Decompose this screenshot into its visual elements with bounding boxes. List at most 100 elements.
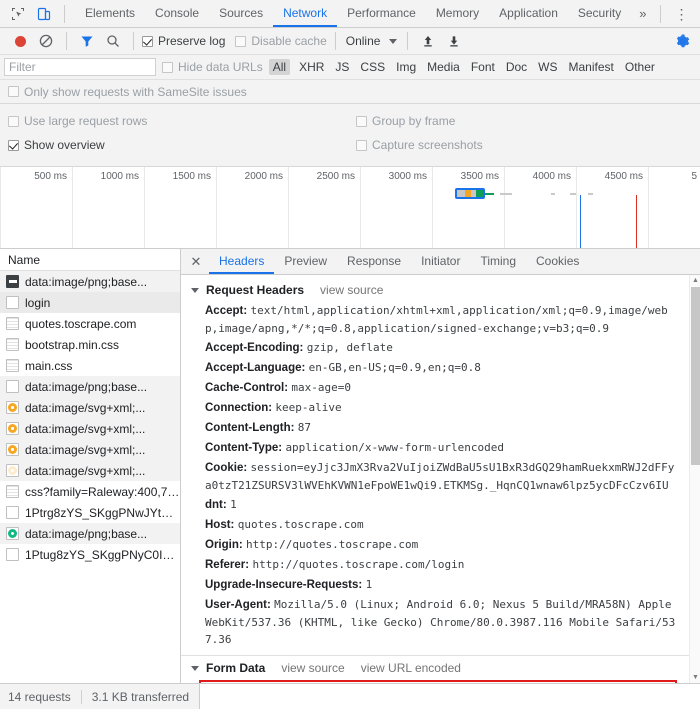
header-row-user-agent: User-Agent: Mozilla/5.0 (Linux; Android … (181, 595, 689, 649)
list-item[interactable]: login (0, 292, 180, 313)
request-name: css?family=Raleway:400,700 (25, 484, 180, 499)
overview-tick-3500: 3500 ms (460, 171, 499, 182)
preserve-log-box (142, 35, 153, 47)
filter-type-doc[interactable]: Doc (504, 59, 529, 75)
header-value: session=eyJjc3JmX3Rva2VuIjoiZWdBaU5sU1Bx… (205, 461, 675, 492)
request-name: data:image/svg+xml;... (25, 421, 146, 436)
disable-cache-checkbox[interactable]: Disable cache (235, 34, 327, 48)
samesite-checkbox[interactable]: Only show requests with SameSite issues (8, 85, 247, 99)
request-name: main.css (25, 358, 73, 373)
list-item[interactable]: data:image/svg+xml;... (0, 418, 180, 439)
filter-type-media[interactable]: Media (425, 59, 462, 75)
toolbar-divider-1 (66, 32, 67, 50)
tab-initiator[interactable]: Initiator (411, 249, 470, 274)
tab-cookies[interactable]: Cookies (526, 249, 589, 274)
hide-data-urls-box (162, 61, 173, 73)
filter-type-js[interactable]: JS (333, 59, 351, 75)
search-input[interactable] (4, 58, 156, 76)
view-source-link[interactable]: view source (320, 283, 383, 297)
list-item[interactable]: quotes.toscrape.com (0, 313, 180, 334)
request-name: data:image/png;base... (25, 379, 148, 394)
close-detail-icon[interactable]: ✕ (183, 249, 209, 274)
tab-timing[interactable]: Timing (470, 249, 526, 274)
export-har-icon[interactable] (442, 29, 466, 53)
preserve-log-checkbox[interactable]: Preserve log (142, 34, 225, 48)
tab-headers[interactable]: Headers (209, 249, 275, 274)
clear-icon[interactable] (34, 29, 58, 53)
gear-icon[interactable] (670, 29, 694, 53)
tab-application[interactable]: Application (489, 0, 568, 27)
scrollbar-thumb[interactable] (691, 287, 700, 465)
large-rows-checkbox[interactable]: Use large request rows (8, 114, 147, 128)
form-view-source-link[interactable]: view source (281, 661, 344, 675)
list-item[interactable]: css?family=Raleway:400,700 (0, 481, 180, 502)
tab-preview[interactable]: Preview (274, 249, 337, 274)
filter-type-other[interactable]: Other (623, 59, 657, 75)
tab-response[interactable]: Response (337, 249, 411, 274)
main-tabs: Elements Console Sources Network Perform… (75, 0, 654, 27)
header-key: User-Agent: (205, 599, 271, 611)
list-item[interactable]: data:image/svg+xml;... (0, 397, 180, 418)
capture-screenshots-checkbox[interactable]: Capture screenshots (356, 138, 483, 152)
close-icon[interactable]: ✕ (695, 2, 700, 26)
tab-console[interactable]: Console (145, 0, 209, 27)
tab-elements[interactable]: Elements (75, 0, 145, 27)
record-icon[interactable] (8, 29, 32, 53)
network-overview[interactable]: 500 ms 1000 ms 1500 ms 2000 ms 2500 ms 3… (0, 167, 700, 249)
form-data-section-header[interactable]: Form Data view source view URL encoded (181, 659, 689, 679)
scroll-up-arrow-icon[interactable]: ▲ (690, 275, 700, 286)
bar-seg-queue (457, 190, 465, 197)
header-key: Accept: (205, 305, 248, 317)
request-list-header[interactable]: Name (0, 249, 180, 271)
inspect-element-icon[interactable] (6, 2, 30, 26)
device-toolbar-icon[interactable] (32, 2, 56, 26)
tab-sources[interactable]: Sources (209, 0, 273, 27)
list-item[interactable]: data:image/png;base... (0, 271, 180, 292)
capture-screenshots-label: Capture screenshots (372, 138, 483, 153)
more-options-icon[interactable]: ⋮ (669, 2, 693, 26)
header-key: Accept-Encoding: (205, 342, 304, 354)
throttling-select[interactable]: Online (344, 34, 400, 48)
header-key: Upgrade-Insecure-Requests: (205, 579, 363, 591)
hide-data-urls-checkbox[interactable]: Hide data URLs (162, 60, 263, 74)
list-item[interactable]: data:image/png;base... (0, 523, 180, 544)
tab-memory[interactable]: Memory (426, 0, 489, 27)
list-item[interactable]: data:image/svg+xml;... (0, 460, 180, 481)
tab-security[interactable]: Security (568, 0, 631, 27)
overview-tick-3000: 3000 ms (388, 171, 427, 182)
chevron-down-icon (191, 287, 199, 293)
settings-cell-capture-screenshots: Capture screenshots (352, 138, 483, 154)
filter-type-img[interactable]: Img (394, 59, 418, 75)
list-item[interactable]: data:image/svg+xml;... (0, 439, 180, 460)
list-item[interactable]: 1Ptrg8zYS_SKggPNwJYtWqZP... (0, 502, 180, 523)
filter-type-all[interactable]: All (268, 59, 291, 75)
filter-type-xhr[interactable]: XHR (297, 59, 326, 75)
more-tabs-icon[interactable]: » (631, 0, 654, 27)
show-overview-checkbox[interactable]: Show overview (8, 138, 105, 152)
request-headers-section-header[interactable]: Request Headers view source (181, 281, 689, 301)
overview-dash-1 (500, 193, 512, 195)
group-by-frame-checkbox[interactable]: Group by frame (356, 114, 455, 128)
samesite-row: Only show requests with SameSite issues (0, 80, 700, 104)
filter-type-manifest[interactable]: Manifest (567, 59, 616, 75)
tab-network[interactable]: Network (273, 0, 338, 27)
request-name: data:image/svg+xml;... (25, 442, 146, 457)
import-har-icon[interactable] (416, 29, 440, 53)
list-item[interactable]: data:image/png;base... (0, 376, 180, 397)
list-item[interactable]: main.css (0, 355, 180, 376)
filter-type-ws[interactable]: WS (536, 59, 559, 75)
filter-type-css[interactable]: CSS (358, 59, 387, 75)
filter-icon[interactable] (75, 29, 99, 53)
scroll-down-arrow-icon[interactable]: ▼ (690, 672, 700, 683)
list-item[interactable]: bootstrap.min.css (0, 334, 180, 355)
form-view-url-encoded-link[interactable]: view URL encoded (361, 661, 461, 675)
headers-vertical-scrollbar[interactable]: ▲ ▼ (689, 275, 700, 683)
form-data-section: Form Data view source view URL encoded c… (181, 655, 689, 683)
network-settings-pane: Use large request rows Group by frame Sh… (0, 104, 700, 167)
tab-performance[interactable]: Performance (337, 0, 426, 27)
list-item[interactable]: 1Ptug8zYS_SKggPNyC0ITw.wo... (0, 544, 180, 565)
header-value: text/html,application/xhtml+xml,applicat… (205, 304, 668, 335)
overview-tick-500: 500 ms (34, 171, 67, 182)
filter-type-font[interactable]: Font (469, 59, 497, 75)
search-icon[interactable] (101, 29, 125, 53)
